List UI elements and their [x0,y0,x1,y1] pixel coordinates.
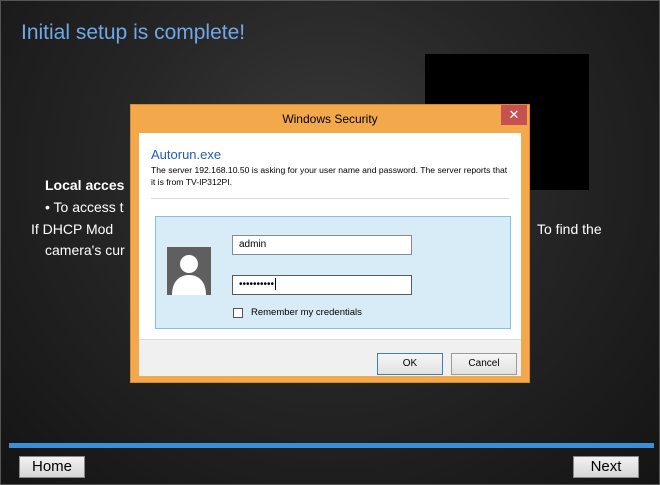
local-access-line3: camera's cur [45,242,125,258]
windows-security-dialog: Windows Security ✕ Autorun.exe The serve… [130,104,530,383]
footer-accent-band [9,443,654,448]
local-access-right-text: To find the [537,221,602,237]
dialog-content: Autorun.exe The server 192.168.10.50 is … [139,133,521,376]
password-mask: •••••••••• [239,279,275,290]
remember-checkbox[interactable] [233,308,243,318]
text-caret [275,278,277,291]
next-button[interactable]: Next [573,456,639,478]
divider [151,198,509,199]
password-field[interactable]: •••••••••• [232,275,412,295]
home-button[interactable]: Home [19,456,85,478]
username-value: admin [239,239,267,250]
username-field[interactable]: admin [232,235,412,255]
dialog-titlebar[interactable]: Windows Security ✕ [131,105,529,133]
page-title: Initial setup is complete! [21,21,246,44]
local-access-heading: Local acces [45,177,125,193]
cancel-button[interactable]: Cancel [451,353,517,375]
close-icon: ✕ [508,107,520,122]
dialog-title: Windows Security [282,112,378,126]
ok-button[interactable]: OK [377,353,443,375]
user-avatar-icon [167,247,211,295]
remember-label[interactable]: Remember my credentials [251,307,362,318]
close-button[interactable]: ✕ [501,105,527,125]
app-name: Autorun.exe [151,147,222,162]
server-message: The server 192.168.10.50 is asking for y… [151,165,508,187]
local-access-line2: If DHCP Mod [31,221,114,237]
local-access-line1: • To access t [45,199,124,215]
dialog-button-bar: OK Cancel [139,339,521,376]
credential-panel[interactable]: admin •••••••••• Remember my credentials [155,216,511,329]
